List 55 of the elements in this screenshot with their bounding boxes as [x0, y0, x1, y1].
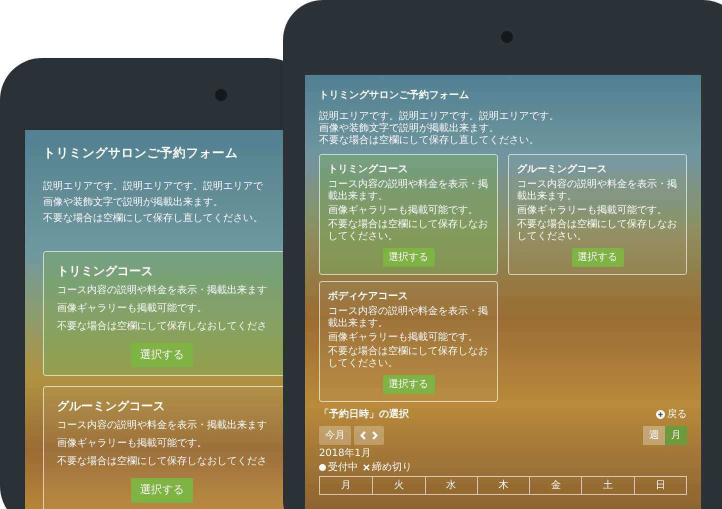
camera-icon [501, 31, 513, 43]
course-description: 不要な場合は空欄にして保存しなおしてください。 [328, 346, 489, 370]
weekday-header: 土 [581, 477, 634, 494]
back-link[interactable]: 戻る [656, 407, 687, 422]
form-title: トリミングサロンご予約フォーム [319, 88, 470, 103]
course-description: 不要な場合は空欄にして保存しなおしてください。 [517, 219, 678, 243]
view-tab[interactable]: 月 [665, 426, 687, 445]
chevron-right-icon[interactable] [372, 431, 378, 440]
course-description: 画像ギャラリーも掲載可能です。 [57, 302, 208, 316]
description-text: 説明エリアです。説明エリアです。説明エリアで [43, 180, 264, 194]
weekday-header: 水 [424, 477, 477, 494]
course-description: コース内容の説明や料金を表示・掲載出来ます [57, 284, 268, 298]
description-text: 不要な場合は空欄にして保存し直してください。 [319, 135, 540, 147]
course-description: 画像ギャラリーも掲載可能です。 [57, 436, 208, 452]
form-title: トリミングサロンご予約フォーム [43, 144, 239, 162]
legend-label: 締め切り [372, 461, 412, 474]
course-description: 画像ギャラリーも掲載可能です。 [517, 205, 668, 217]
description-text: 画像や装飾文字で説明が掲載出来ます。 [319, 123, 500, 134]
this-month-button[interactable]: 今月 [319, 426, 351, 445]
course-title: グルーミングコース [517, 163, 608, 177]
description-text: 説明エリアです。説明エリアです。説明エリアです。 [319, 111, 560, 122]
course-description: 画像ギャラリーも掲載可能です。 [328, 332, 479, 344]
course-title: グルーミングコース [57, 398, 166, 416]
course-description: 不要な場合は空欄にして保存しなおしてください。 [328, 219, 489, 243]
course-description: 不要な場合は空欄にして保存しなおしてくださ [57, 454, 268, 470]
select-button[interactable]: 選択する [131, 342, 193, 368]
course-title: トリミングコース [57, 262, 154, 280]
weekday-header: 火 [372, 477, 425, 494]
description-text: 不要な場合は空欄にして保存し直してください。 [43, 212, 264, 226]
month-label: 2018年1月 [319, 447, 372, 460]
course-description: 不要な場合は空欄にして保存しなおしてくださ [57, 320, 268, 334]
select-button[interactable]: 選択する [382, 375, 434, 394]
select-button[interactable]: 選択する [131, 478, 193, 503]
select-button[interactable]: 選択する [382, 248, 434, 267]
description-text: 画像や装飾文字で説明が掲載出来ます。 [43, 196, 224, 210]
select-button[interactable]: 選択する [572, 248, 624, 267]
weekday-header: 木 [476, 477, 530, 494]
view-tab[interactable]: 週 [643, 426, 665, 445]
cross-icon [363, 464, 370, 471]
section-heading: 「予約日時」の選択 [319, 408, 409, 422]
course-description: コース内容の説明や料金を表示・掲載出来ます。 [517, 179, 678, 203]
camera-icon [215, 89, 227, 101]
course-description: 画像ギャラリーも掲載可能です。 [328, 205, 479, 217]
course-description: コース内容の説明や料金を表示・掲載出来ます。 [328, 179, 489, 203]
weekday-header: 月 [340, 479, 352, 493]
legend-label: 受付中 [328, 461, 358, 474]
course-title: ボディケアコース [328, 290, 409, 304]
weekday-header: 日 [634, 477, 686, 494]
course-description: コース内容の説明や料金を表示・掲載出来ます [57, 418, 268, 434]
circle-icon [319, 464, 326, 471]
course-description: コース内容の説明や料金を表示・掲載出来ます。 [328, 306, 489, 330]
plus-circle-icon [656, 410, 665, 419]
weekday-header: 金 [529, 477, 582, 494]
chevron-left-icon[interactable] [360, 431, 366, 440]
course-title: トリミングコース [328, 163, 409, 177]
